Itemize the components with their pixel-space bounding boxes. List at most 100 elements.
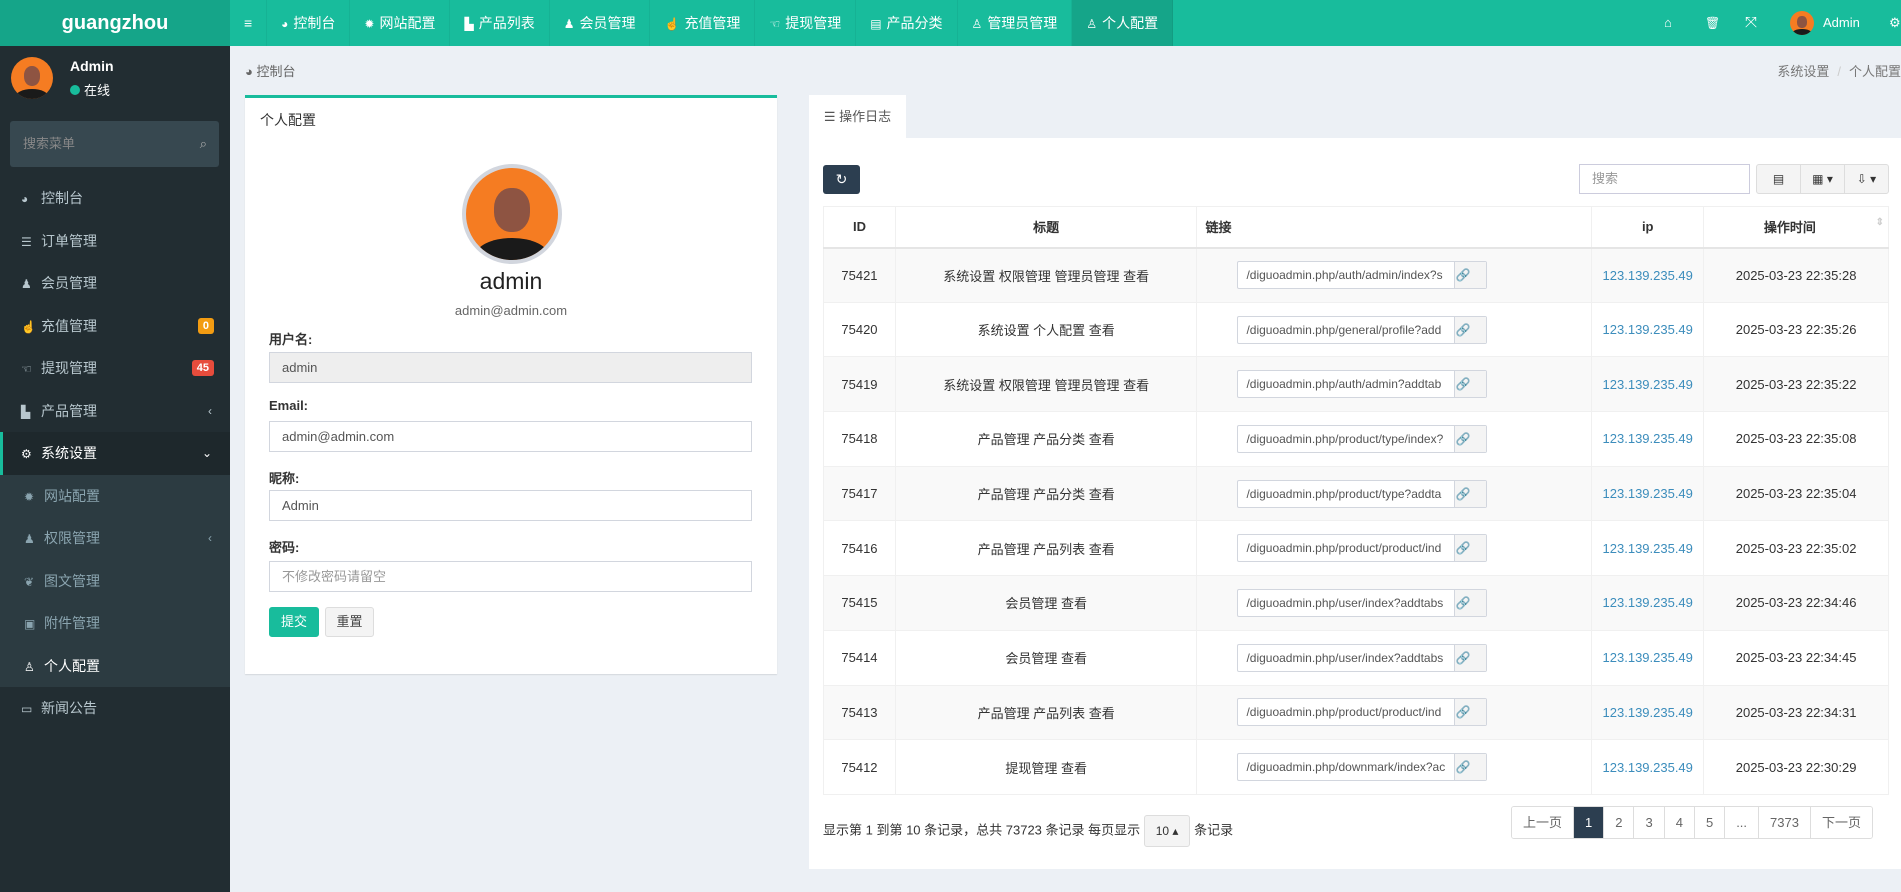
link-icon[interactable]: 🔗 [1454, 699, 1487, 726]
gear-icon[interactable]: ⚙ [1889, 0, 1901, 46]
sort-icon[interactable]: ⇕ [1876, 217, 1884, 228]
fullscreen-icon[interactable]: ⤧ [1745, 0, 1757, 46]
link-icon[interactable]: 🔗 [1454, 316, 1487, 343]
topnav-item[interactable]: ◕ 控制台 [267, 0, 351, 46]
profile-avatar[interactable] [462, 164, 562, 264]
chevron-icon[interactable]: ‹ [208, 517, 212, 560]
page-button[interactable]: 5 [1694, 807, 1726, 838]
link-field[interactable]: /diguoadmin.php/product/type/index? [1238, 426, 1454, 452]
page-button[interactable]: 4 [1664, 807, 1695, 838]
user-menu[interactable]: Admin [1823, 0, 1860, 46]
page-button[interactable]: ... [1725, 807, 1760, 838]
cell-title: 产品管理 产品列表 查看 [894, 684, 1198, 741]
link-field[interactable]: /diguoadmin.php/product/type?addta [1238, 481, 1454, 507]
link-field[interactable]: /diguoadmin.php/product/product/ind [1238, 535, 1454, 561]
submit-button[interactable]: 提交 [269, 607, 319, 637]
page-button[interactable]: 3 [1634, 807, 1665, 838]
breadcrumb-home[interactable]: ◕ 控制台 [245, 61, 296, 80]
sidebar-toggle-button[interactable]: ≡ [230, 0, 268, 46]
chevron-icon[interactable]: ⌄ [202, 432, 212, 475]
link-icon[interactable]: 🔗 [1454, 480, 1487, 507]
password-field[interactable]: 不修改密码请留空 [269, 561, 752, 592]
sidebar-item[interactable]: ♟ 权限管理 ‹ [0, 517, 230, 560]
tab-operation-log[interactable]: ☰ 操作日志 [809, 95, 906, 138]
cell-ip[interactable]: 123.139.235.49 [1591, 684, 1705, 741]
sidebar-item[interactable]: ❦ 图文管理 [0, 559, 230, 602]
sidebar-item[interactable]: ▭ 新闻公告 [0, 687, 230, 730]
link-icon[interactable]: 🔗 [1454, 535, 1487, 562]
menu-icon: ☰ [21, 234, 32, 249]
link-icon[interactable]: 🔗 [1454, 589, 1487, 616]
page-button[interactable]: 1 [1574, 807, 1605, 838]
menu-search-input[interactable]: 搜索菜单 ⌕ [10, 121, 219, 167]
refresh-button[interactable]: ↻ [823, 165, 860, 194]
topnav-item[interactable]: ☜ 提现管理 [755, 0, 857, 46]
sidebar-item[interactable]: ☝ 充值管理 0 [0, 305, 230, 348]
breadcrumb-item[interactable]: 系统设置 [1777, 64, 1829, 79]
cell-ip[interactable]: 123.139.235.49 [1591, 301, 1705, 358]
columns-dropdown-button[interactable]: ▦ ▾ [1801, 165, 1845, 193]
page-button[interactable]: 下一页 [1810, 807, 1872, 838]
cell-ip[interactable]: 123.139.235.49 [1591, 411, 1705, 467]
page-button[interactable]: 7373 [1759, 807, 1811, 838]
cell-ip[interactable]: 123.139.235.49 [1591, 629, 1705, 686]
sidebar-item[interactable]: ♙ 个人配置 [0, 644, 230, 687]
sidebar-item[interactable]: ✹ 网站配置 [0, 474, 230, 517]
trash-icon[interactable]: 🗑 [1705, 0, 1720, 46]
link-field[interactable]: /diguoadmin.php/user/index?addtabs [1238, 645, 1454, 671]
topnav-item[interactable]: ♟ 会员管理 [550, 0, 651, 46]
column-header-id[interactable]: ID [823, 206, 896, 249]
sidebar-item[interactable]: ◕ 控制台 [0, 177, 230, 220]
page-button[interactable]: 上一页 [1512, 807, 1575, 838]
cell-ip[interactable]: 123.139.235.49 [1591, 575, 1705, 631]
email-field[interactable]: admin@admin.com [269, 421, 752, 452]
page-size-select[interactable]: 10 ▴ [1143, 815, 1191, 847]
avatar [11, 57, 53, 99]
nickname-label: 昵称: [269, 471, 300, 486]
sidebar-item[interactable]: ⚙ 系统设置 ⌄ [0, 432, 230, 475]
topnav-item[interactable]: ✹ 网站配置 [350, 0, 451, 46]
cell-ip[interactable]: 123.139.235.49 [1591, 356, 1705, 413]
chevron-icon[interactable]: ‹ [208, 390, 212, 433]
nickname-field[interactable]: Admin [269, 490, 752, 521]
search-icon[interactable]: ⌕ [200, 121, 207, 167]
user-avatar[interactable] [1790, 11, 1814, 35]
link-icon[interactable]: 🔗 [1454, 754, 1487, 781]
link-field[interactable]: /diguoadmin.php/product/product/ind [1238, 699, 1454, 725]
sidebar-item[interactable]: ▙ 产品管理 ‹ [0, 390, 230, 433]
page-button[interactable]: 2 [1604, 807, 1635, 838]
export-dropdown-button[interactable]: ⇩ ▾ [1845, 165, 1888, 193]
cell-ip[interactable]: 123.139.235.49 [1591, 465, 1705, 522]
link-icon[interactable]: 🔗 [1454, 425, 1487, 452]
topnav-item[interactable]: ♙ 管理员管理 [958, 0, 1073, 46]
cell-ip[interactable]: 123.139.235.49 [1591, 247, 1705, 303]
column-header-ip[interactable]: ip [1591, 206, 1705, 249]
cell-ip[interactable]: 123.139.235.49 [1591, 739, 1705, 795]
link-field[interactable]: /diguoadmin.php/auth/admin?addtab [1238, 371, 1454, 397]
home-icon[interactable]: ⌂ [1664, 0, 1672, 46]
topnav-item[interactable]: ♙ 个人配置 [1072, 0, 1174, 46]
toggle-view-button[interactable]: ▤ [1757, 165, 1801, 193]
column-header-title[interactable]: 标题 [894, 206, 1198, 249]
brand-logo[interactable]: guangzhou [0, 0, 230, 46]
column-header-time[interactable]: 操作时间 ⇕ [1703, 206, 1889, 249]
username-field[interactable]: admin [269, 352, 752, 383]
sidebar-item[interactable]: ☰ 订单管理 [0, 220, 230, 263]
link-icon[interactable]: 🔗 [1454, 371, 1487, 398]
topnav-item[interactable]: ▙ 产品列表 [450, 0, 550, 46]
sidebar-item[interactable]: ♟ 会员管理 [0, 262, 230, 305]
column-header-link[interactable]: 链接 [1196, 206, 1593, 249]
sidebar-item[interactable]: ☜ 提现管理 45 [0, 347, 230, 390]
topnav-item[interactable]: ▤ 产品分类 [856, 0, 958, 46]
topnav-item[interactable]: ☝ 充值管理 [650, 0, 756, 46]
cell-ip[interactable]: 123.139.235.49 [1591, 520, 1705, 577]
link-icon[interactable]: 🔗 [1454, 262, 1487, 289]
link-field[interactable]: /diguoadmin.php/downmark/index?ac [1238, 754, 1454, 780]
reset-button[interactable]: 重置 [325, 607, 374, 637]
link-icon[interactable]: 🔗 [1454, 644, 1487, 671]
link-field[interactable]: /diguoadmin.php/general/profile?add [1238, 317, 1454, 343]
table-search-input[interactable]: 搜索 [1579, 164, 1750, 194]
link-field[interactable]: /diguoadmin.php/user/index?addtabs [1238, 590, 1454, 616]
link-field[interactable]: /diguoadmin.php/auth/admin/index?s [1238, 262, 1454, 288]
sidebar-item[interactable]: ▣ 附件管理 [0, 602, 230, 645]
